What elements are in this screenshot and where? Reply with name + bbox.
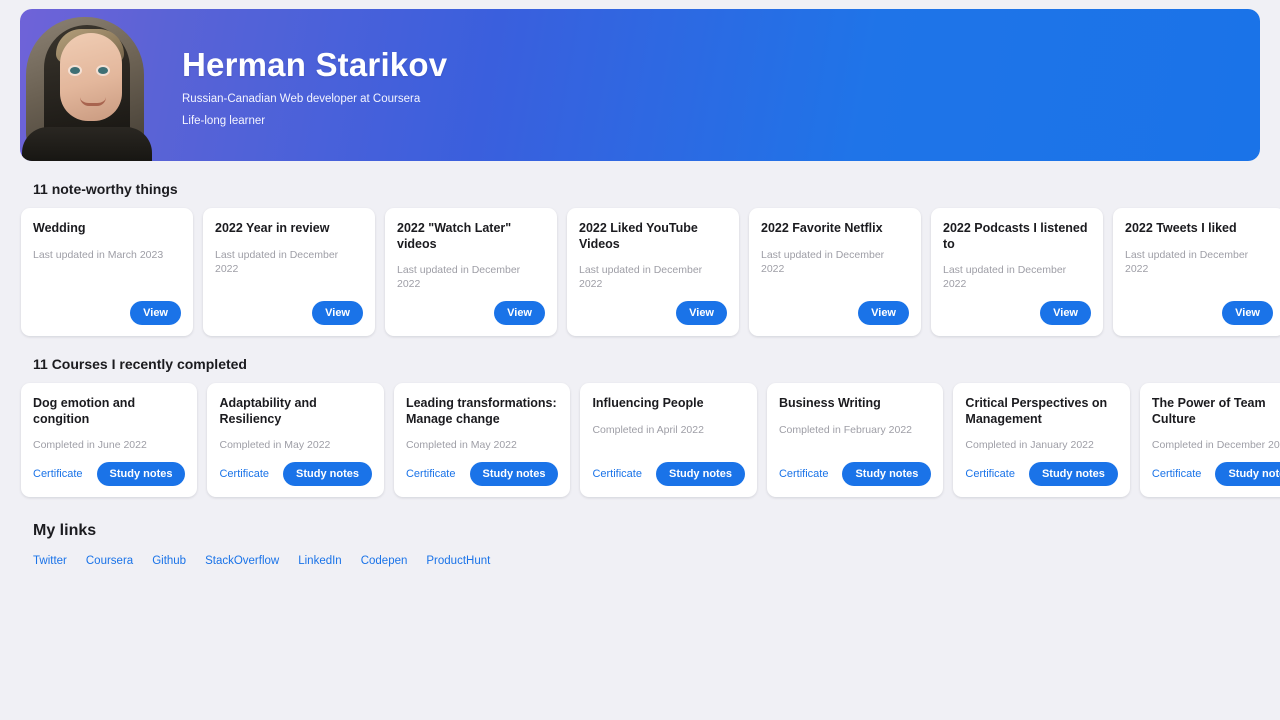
note-card: 2022 "Watch Later" videos Last updated in… <box>385 208 557 336</box>
note-card: 2022 Year in review Last updated in Decem… <box>203 208 375 336</box>
course-card: Business Writing Completed in February 20… <box>766 383 944 497</box>
view-button[interactable]: View <box>494 300 545 325</box>
certificate-link[interactable]: Certificate <box>592 468 642 480</box>
course-card-actions: Certificate Study notes <box>406 461 559 486</box>
view-button[interactable]: View <box>1040 300 1091 325</box>
notes-card-row: Wedding Last updated in March 2023 View 202… <box>21 208 1280 336</box>
course-card: Influencing People Completed in April 202… <box>580 383 757 497</box>
note-card-actions: View <box>397 300 545 325</box>
hero-tagline: Life-long learner <box>182 114 266 127</box>
note-card-title: 2022 Liked YouTube Videos <box>579 221 698 251</box>
view-button[interactable]: View <box>858 300 909 325</box>
note-card-actions: View <box>215 300 363 325</box>
note-card-title: 2022 Favorite Netflix <box>761 221 883 235</box>
study-notes-button[interactable]: Study notes <box>1028 461 1118 486</box>
note-card-meta: Last updated in December 2022 <box>215 248 339 275</box>
hero-banner: Herman Starikov Russian-Canadian Web dev… <box>20 9 1260 161</box>
course-card-title: Leading transformations: Manage change <box>405 396 557 426</box>
view-button[interactable]: View <box>1222 300 1273 325</box>
external-link[interactable]: LinkedIn <box>298 555 341 567</box>
certificate-link[interactable]: Certificate <box>406 468 456 480</box>
course-card-meta: Completed in May 2022 <box>405 439 517 452</box>
course-card-actions: Certificate Study notes <box>779 461 932 486</box>
note-card-meta: Last updated in December 2022 <box>761 248 885 275</box>
note-card-actions: View <box>1125 300 1273 325</box>
course-card-meta: Completed in December 2021 <box>1151 439 1280 452</box>
course-card-actions: Certificate Study notes <box>33 461 186 486</box>
note-card-title: 2022 Tweets I liked <box>1125 221 1237 235</box>
profile-page: Herman Starikov Russian-Canadian Web dev… <box>0 9 1280 720</box>
note-card: 2022 Liked YouTube Videos Last updated in… <box>567 208 739 336</box>
links-row: Twitter Coursera Github StackOverflow Linked… <box>33 555 1260 567</box>
study-notes-button[interactable]: Study notes <box>96 461 186 486</box>
note-card: 2022 Favorite Netflix Last updated in Dec… <box>749 208 921 336</box>
course-card-meta: Completed in June 2022 <box>33 439 147 452</box>
certificate-link[interactable]: Certificate <box>965 468 1015 480</box>
courses-section-title: 11 Courses I recently completed <box>33 356 247 372</box>
course-card-actions: Certificate Study notes <box>965 461 1118 486</box>
courses-card-row: Dog emotion and congition Completed in Ju… <box>21 383 1280 497</box>
page-title: Herman Starikov <box>182 46 448 83</box>
course-card-actions: Certificate Study notes <box>1152 461 1280 486</box>
note-card-title: 2022 Podcasts I listened to <box>943 221 1088 251</box>
course-card-actions: Certificate Study notes <box>219 461 372 486</box>
view-button[interactable]: View <box>130 300 181 325</box>
hero-subtitle: Russian-Canadian Web developer at Course… <box>182 92 421 105</box>
note-card-title: 2022 Year in review <box>215 221 330 235</box>
study-notes-button[interactable]: Study notes <box>283 461 372 486</box>
profile-photo-icon <box>20 9 160 161</box>
external-link[interactable]: StackOverflow <box>205 555 279 567</box>
hero-text-block: Herman Starikov Russian-Canadian Web dev… <box>160 9 447 127</box>
course-card: Leading transformations: Manage change Co… <box>393 383 571 497</box>
certificate-link[interactable]: Certificate <box>219 468 269 480</box>
certificate-link[interactable]: Certificate <box>1152 468 1202 480</box>
certificate-link[interactable]: Certificate <box>33 468 83 480</box>
note-card-actions: View <box>943 300 1091 325</box>
study-notes-button[interactable]: Study notes <box>1215 461 1280 486</box>
course-card-title: Dog emotion and congition <box>33 396 136 426</box>
study-notes-button[interactable]: Study notes <box>842 461 932 486</box>
study-notes-button[interactable]: Study notes <box>655 461 745 486</box>
course-card: The Power of Team Culture Completed in De… <box>1139 383 1280 497</box>
external-link[interactable]: Twitter <box>33 555 67 567</box>
note-card: 2022 Podcasts I listened to Last updated … <box>931 208 1103 336</box>
notes-section-title: 11 note-worthy things <box>33 181 178 197</box>
course-card-title: Business Writing <box>778 396 881 410</box>
course-card-meta: Completed in May 2022 <box>219 439 331 452</box>
certificate-link[interactable]: Certificate <box>779 468 829 480</box>
note-card: 2022 Tweets I liked Last updated in Decem… <box>1113 208 1280 336</box>
external-link[interactable]: Github <box>152 555 186 567</box>
note-card-title: Wedding <box>33 221 86 235</box>
note-card-title: 2022 "Watch Later" videos <box>397 221 512 251</box>
course-card-meta: Completed in February 2022 <box>778 423 913 436</box>
view-button[interactable]: View <box>676 300 727 325</box>
external-link[interactable]: ProductHunt <box>426 555 490 567</box>
avatar <box>20 9 160 161</box>
course-card: Dog emotion and congition Completed in Ju… <box>21 383 198 497</box>
course-card-meta: Completed in January 2022 <box>965 439 1094 452</box>
note-card-actions: View <box>33 300 181 325</box>
course-card-meta: Completed in April 2022 <box>592 423 704 436</box>
course-card-actions: Certificate Study notes <box>592 461 745 486</box>
note-card-meta: Last updated in December 2022 <box>579 264 703 291</box>
note-card-meta: Last updated in December 2022 <box>1125 248 1249 275</box>
note-card-actions: View <box>579 300 727 325</box>
note-card: Wedding Last updated in March 2023 View <box>21 208 193 336</box>
course-card-title: The Power of Team Culture <box>1151 396 1266 426</box>
external-link[interactable]: Codepen <box>361 555 408 567</box>
course-card-title: Critical Perspectives on Management <box>965 396 1108 426</box>
external-link[interactable]: Coursera <box>86 555 133 567</box>
links-section-title: My links <box>33 522 97 539</box>
note-card-meta: Last updated in December 2022 <box>943 264 1067 291</box>
course-card-title: Adaptability and Resiliency <box>219 396 317 426</box>
note-card-actions: View <box>761 300 909 325</box>
note-card-meta: Last updated in December 2022 <box>397 264 521 291</box>
note-card-meta: Last updated in March 2023 <box>33 248 164 261</box>
view-button[interactable]: View <box>312 300 363 325</box>
course-card: Adaptability and Resiliency Completed in … <box>207 383 384 497</box>
course-card-title: Influencing People <box>592 396 704 410</box>
study-notes-button[interactable]: Study notes <box>469 461 559 486</box>
course-card: Critical Perspectives on Management Compl… <box>953 383 1130 497</box>
